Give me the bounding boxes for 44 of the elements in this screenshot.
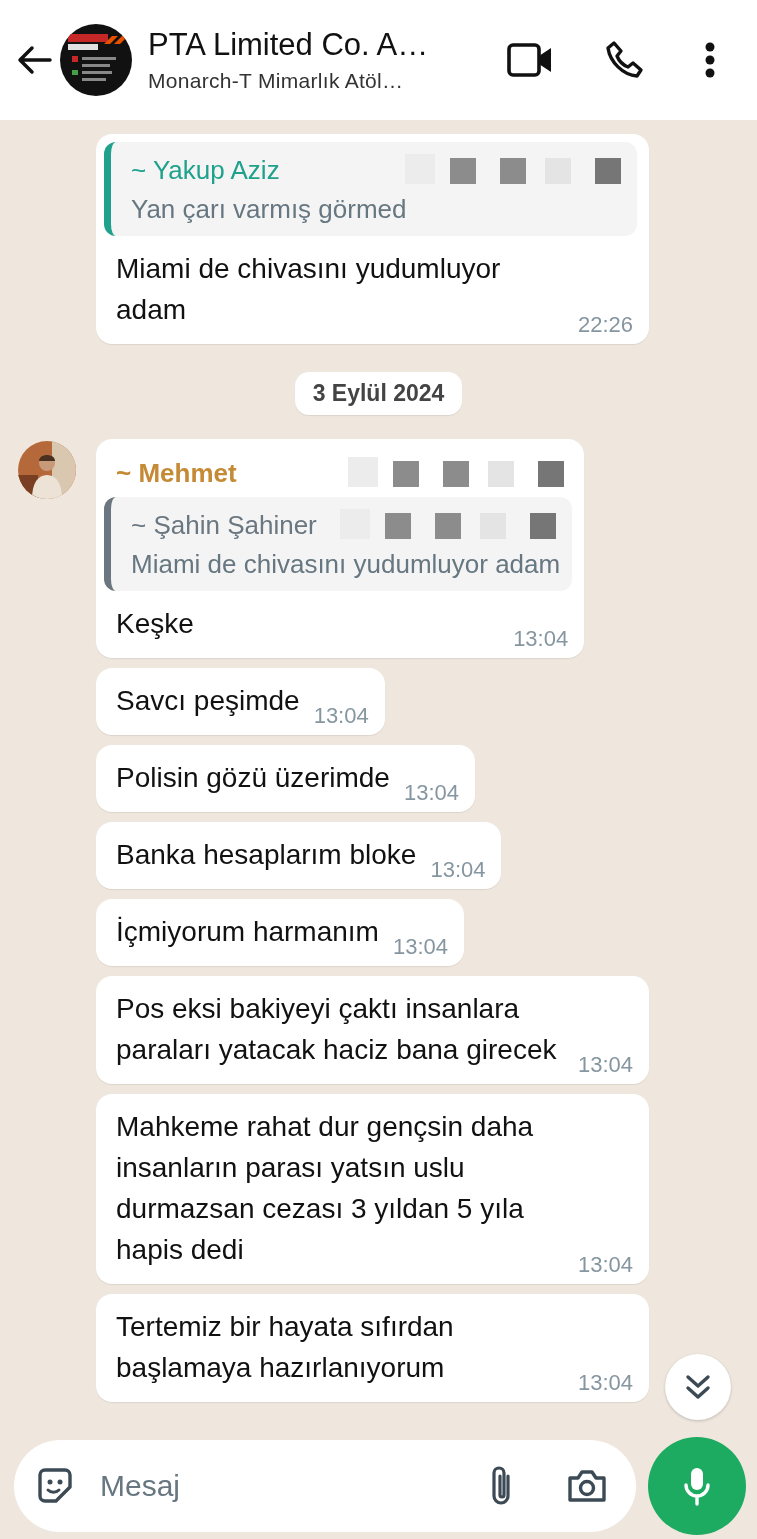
message-text: Keşke: [116, 607, 194, 641]
message-text: İçmiyorum harmanım: [116, 915, 379, 949]
message-bubble[interactable]: İçmiyorum harmanım 13:04: [96, 899, 464, 966]
message-bubble[interactable]: Pos eksi bakiyeyi çaktı insanlara paraları yatacak haciz bana girecek 13:04: [96, 976, 650, 1084]
message-bubble[interactable]: ~ Mehmet ~ Şahin Şahiner Miami de chivasını yudumluyor adam Keşke 13:04: [96, 439, 585, 658]
message-time: 13:04: [578, 1370, 634, 1396]
double-chevron-down-icon: [684, 1372, 712, 1402]
message-text: Polisin gözü üzerimde: [116, 761, 390, 795]
quoted-text: Yan çarı varmış görmed: [131, 193, 408, 226]
camera-icon[interactable]: [566, 1467, 608, 1504]
chat-title[interactable]: PTA Limited Co. A…: [148, 27, 468, 63]
message-bubble[interactable]: ~ Yakup Aziz Yan çarı varmış görmed Miami de chivasını yudumluyor adam 22:26: [96, 134, 650, 344]
message-text: Miami de chivasını yudumluyor adam: [116, 252, 502, 327]
message-time: 13:04: [430, 857, 486, 883]
message-time: 13:04: [403, 780, 459, 806]
message-bubble[interactable]: Savcı peşimde 13:04: [96, 668, 385, 735]
message-text: Tertemiz bir hayata sıfırdan başlamaya hazırlanıyorum: [116, 1310, 455, 1385]
message-field[interactable]: Mesaj: [98, 1467, 466, 1504]
message-text: Mahkeme rahat dur gençsin daha insanların parası yatsın uslu durmazsan cezası 3 yıldan 5 yıla hapis dedi: [116, 1110, 535, 1267]
message-time: 13:04: [392, 934, 448, 960]
date-chip: 3 Eylül 2024: [294, 372, 463, 415]
back-icon[interactable]: [16, 45, 52, 75]
message-text: Banka hesaplarım bloke: [116, 838, 417, 872]
chat-subtitle: Monarch-T Mimarlık Atöl…: [148, 69, 405, 93]
message-text: Savcı peşimde: [116, 684, 300, 718]
message-bubble[interactable]: Tertemiz bir hayata sıfırdan başlamaya hazırlanıyorum 13:04: [96, 1294, 650, 1402]
message-time: 13:04: [578, 1052, 634, 1078]
message-time: 13:04: [513, 626, 569, 652]
quoted-message[interactable]: ~ Şahin Şahiner Miami de chivasını yudumluyor adam: [104, 497, 573, 591]
phone-icon[interactable]: [605, 40, 645, 80]
quoted-message[interactable]: ~ Yakup Aziz Yan çarı varmış görmed: [104, 142, 638, 236]
more-options-icon[interactable]: [705, 42, 715, 78]
scroll-down-button[interactable]: [665, 1354, 731, 1420]
message-bubble[interactable]: Banka hesaplarım bloke 13:04: [96, 822, 502, 889]
message-text: Pos eksi bakiyeyi çaktı insanlara paraları yatacak haciz bana girecek: [116, 992, 558, 1067]
message-time: 13:04: [578, 1252, 634, 1278]
quoted-text: Miami de chivasını yudumluyor adam: [131, 548, 561, 581]
quoted-author: ~ Yakup Aziz: [131, 154, 280, 187]
quoted-author: ~ Şahin Şahiner: [131, 509, 317, 542]
message-time: 13:04: [313, 703, 369, 729]
message-bubble[interactable]: Polisin gözü üzerimde 13:04: [96, 745, 475, 812]
message-bubble[interactable]: Mahkeme rahat dur gençsin daha insanların parası yatsın uslu durmazsan cezası 3 yıldan 5 yıla hapis dedi 13:04: [96, 1094, 650, 1284]
video-call-icon[interactable]: [507, 43, 553, 77]
message-time: 22:26: [578, 312, 634, 338]
